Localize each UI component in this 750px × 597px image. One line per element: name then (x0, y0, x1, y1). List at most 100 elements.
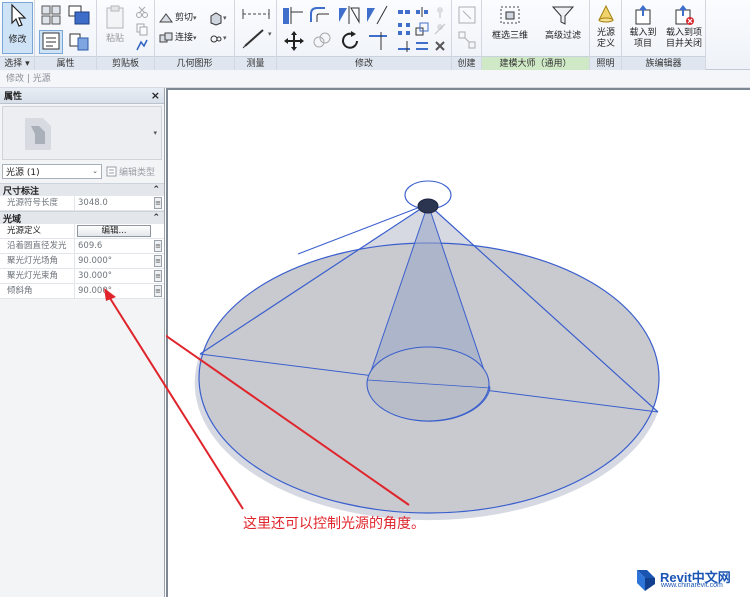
mirror-draw-axis-icon[interactable] (365, 4, 389, 26)
match-properties-icon[interactable] (135, 38, 149, 52)
associate-parameter-button[interactable]: ≡ (154, 270, 162, 282)
paste-button[interactable]: 粘贴 (100, 4, 130, 52)
edit-light-source-button[interactable]: 编辑... (77, 225, 151, 237)
trim-single-icon[interactable] (397, 39, 411, 53)
prop-value[interactable]: 30.000° (75, 269, 154, 283)
load-into-project-label: 载入到项目 (629, 28, 657, 49)
select-box-3d-icon (500, 6, 520, 24)
split-gap-icon[interactable] (415, 5, 429, 19)
associate-parameter-button[interactable]: ≡ (154, 255, 162, 267)
array-icon[interactable] (397, 22, 411, 36)
funnel-filter-icon (551, 6, 575, 25)
measure-panel-label: 测量 (235, 56, 276, 70)
prop-value[interactable]: 609.6 (75, 239, 154, 253)
type-selector: 光源 (1) ⌄ 编辑类型 (0, 162, 164, 180)
scale-icon[interactable] (415, 22, 429, 36)
panel-geometry: 剪切 ▾ 连接 ▾ ▾ ▾ 几何图形 (155, 0, 235, 70)
create-group-icon[interactable] (457, 30, 477, 50)
prop-row-light-source-definition: 光源定义 编辑... (0, 224, 164, 239)
associate-parameter-button[interactable]: ≡ (154, 240, 162, 252)
properties-header: 属性 × (0, 88, 164, 104)
join-geometry-button[interactable]: 连接 ▾ (159, 32, 197, 44)
copy-icon[interactable] (135, 22, 149, 36)
panel-modeling-master: 框选三维 高级过滤 建模大师（通用） (482, 0, 590, 70)
panel-create: 创建 (452, 0, 482, 70)
cut-geometry-button[interactable]: 剪切 ▾ (159, 12, 197, 24)
filter-3d-button[interactable]: 框选三维 (490, 4, 530, 42)
paste-label: 粘贴 (105, 34, 124, 44)
load-and-close-label: 载入到项目并关闭 (665, 28, 702, 49)
modeling-master-panel-label: 建模大师（通用） (482, 56, 589, 70)
trim-extend-icon[interactable] (367, 30, 389, 52)
create-panel-label: 创建 (452, 56, 481, 70)
chevron-down-icon: ▾ (268, 30, 272, 38)
revit-china-logo: Revit中文网 www.chinarevit.com (634, 567, 744, 593)
mirror-axis-icon[interactable] (337, 4, 361, 26)
prop-value[interactable]: 90.000° (75, 254, 154, 268)
advanced-filter-button[interactable]: 高级过滤 (540, 4, 586, 42)
align-icon[interactable] (281, 4, 305, 26)
create-similar-icon[interactable] (457, 5, 477, 25)
delete-icon[interactable] (433, 39, 447, 53)
collapse-icon[interactable]: ⌃ (152, 185, 160, 195)
aligned-dimension-icon[interactable] (241, 6, 271, 22)
filter-3d-label: 框选三维 (491, 31, 528, 41)
trim-multiple-icon[interactable] (415, 39, 429, 53)
group-photometrics-label: 光域 (3, 214, 22, 225)
split-face-icon[interactable] (209, 32, 223, 46)
family-category-button[interactable] (67, 4, 91, 28)
prop-value[interactable]: 3048.0 (75, 196, 154, 210)
properties-button[interactable] (39, 30, 63, 54)
family-types-button[interactable] (39, 4, 63, 28)
load-and-close-button[interactable]: 载入到项目并关闭 (662, 4, 706, 50)
properties-panel-label: 属性 (35, 56, 96, 70)
select-dropdown[interactable]: 选择 ▾ (0, 56, 34, 70)
cut-geometry-label: 剪切 (175, 12, 194, 23)
type-properties-icon (69, 33, 89, 51)
copy-element-icon[interactable] (311, 30, 333, 52)
prop-row-symbol-length: 光源符号长度 3048.0 ≡ (0, 196, 164, 211)
revit-logo-icon (637, 570, 655, 591)
modify-button[interactable]: 修改 (2, 2, 33, 54)
ribbon: 修改 选择 ▾ 属性 粘贴 剪贴板 剪切 ▾ 连接 ▾ ▾ ▾ 几何图形 ▾ 测… (0, 0, 750, 70)
light-source-symbol[interactable] (417, 198, 439, 214)
group-photometrics[interactable]: 光域 ⌃ (0, 211, 164, 225)
edit-type-label: 编辑类型 (119, 167, 156, 178)
light-source-definition-button[interactable]: 光源定义 (592, 4, 620, 50)
prop-row-emit-along-circle: 沿着圆直径发光 609.6 ≡ (0, 239, 164, 254)
revit-window: 修改 选择 ▾ 属性 粘贴 剪贴板 剪切 ▾ 连接 ▾ ▾ ▾ 几何图形 ▾ 测… (0, 0, 750, 597)
cut-geometry-icon (159, 13, 173, 23)
family-category-icon (68, 5, 90, 25)
cursor-arrow-icon (10, 3, 26, 27)
prop-row-spot-field-angle: 聚光灯光场角 90.000° ≡ (0, 254, 164, 269)
pin-icon[interactable] (433, 5, 447, 19)
move-icon[interactable] (283, 30, 305, 52)
annotation-arrow-segment (107, 294, 244, 510)
prop-name: 聚光灯光场角 (0, 254, 75, 268)
wall-cube-icon[interactable] (209, 12, 223, 26)
annotation-arrow-tip (104, 288, 116, 301)
type-preview[interactable]: ▾ (2, 106, 162, 160)
close-icon[interactable]: × (151, 89, 160, 102)
chevron-down-icon: ▾ (223, 14, 227, 22)
edit-type-button[interactable]: 编辑类型 (106, 165, 155, 178)
type-properties-button[interactable] (67, 30, 91, 54)
collapse-icon[interactable]: ⌃ (152, 213, 160, 223)
split-element-icon[interactable] (397, 5, 411, 19)
associate-parameter-button[interactable]: ≡ (154, 197, 162, 209)
rotate-icon[interactable] (339, 30, 361, 52)
load-and-close-icon (675, 5, 694, 25)
unpin-icon[interactable] (433, 22, 447, 36)
edit-type-icon (106, 166, 117, 176)
chevron-down-icon: ▾ (223, 34, 227, 42)
element-type-dropdown[interactable]: 光源 (1) ⌄ (2, 163, 102, 179)
prop-name: 聚光灯光束角 (0, 269, 75, 283)
offset-icon[interactable] (309, 4, 333, 26)
prop-name: 光源符号长度 (0, 196, 75, 210)
annotation-text: 这里还可以控制光源的角度。 (243, 516, 425, 532)
load-into-project-button[interactable]: 载入到项目 (624, 4, 662, 50)
panel-clipboard: 粘贴 剪贴板 (97, 0, 155, 70)
cut-scissors-icon[interactable] (135, 5, 149, 19)
group-dimensions[interactable]: 尺寸标注 ⌃ (0, 183, 164, 197)
measure-icon[interactable] (241, 26, 271, 50)
